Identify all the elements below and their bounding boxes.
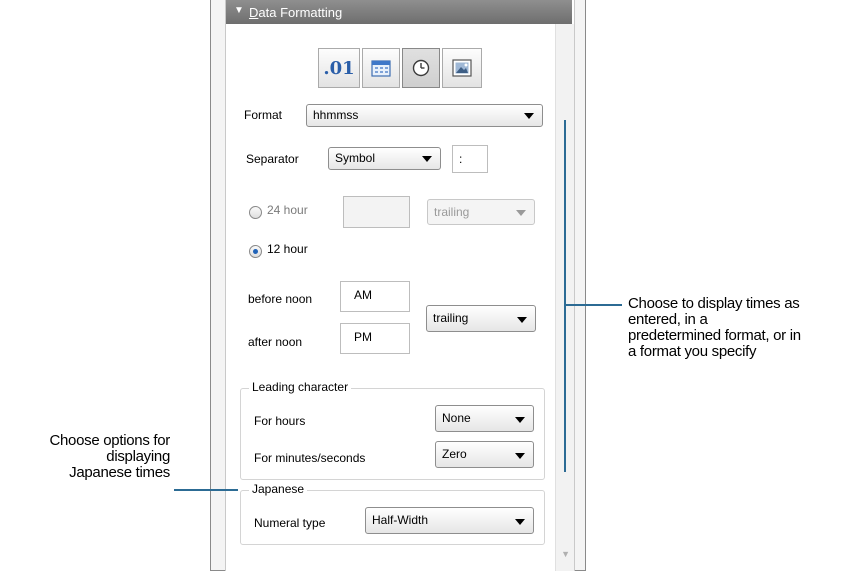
number-icon: .01 <box>323 57 355 79</box>
separator-label: Separator <box>246 152 299 166</box>
numeral-type-label: Numeral type <box>254 516 326 530</box>
format-label: Format <box>244 108 283 122</box>
scroll-down-arrow-icon[interactable]: ▼ <box>561 549 570 559</box>
data-formatting-panel: ▼ Data Formatting .01 Format hhmmss Sepa… <box>210 0 586 571</box>
12-hour-label: 12 hour <box>267 242 308 256</box>
radio-12-hour[interactable] <box>249 245 262 258</box>
ampm-position-select[interactable]: trailing <box>426 305 536 332</box>
after-noon-input[interactable]: PM <box>340 323 410 354</box>
callout-right-line-1: Choose to display times as <box>628 295 800 312</box>
japanese-title: Japanese <box>249 482 308 496</box>
for-hours-value: None <box>442 411 471 425</box>
24-hour-input[interactable] <box>343 196 410 228</box>
numeral-type-select[interactable]: Half-Width <box>365 507 534 534</box>
panel-header[interactable]: ▼ Data Formatting <box>226 0 572 24</box>
callout-leader-left <box>174 489 238 491</box>
panel-content: ▼ Data Formatting .01 Format hhmmss Sepa… <box>225 0 575 571</box>
before-noon-input[interactable]: AM <box>340 281 410 312</box>
date-format-button[interactable] <box>362 48 400 88</box>
panel-title: Data Formatting <box>249 5 343 20</box>
for-minutes-seconds-select[interactable]: Zero <box>435 441 534 468</box>
number-format-button[interactable]: .01 <box>318 48 360 88</box>
callout-left-line-3: Japanese times <box>69 464 170 481</box>
chevron-down-icon <box>515 453 525 459</box>
callout-right-line-4: a format you specify <box>628 343 757 360</box>
before-noon-label: before noon <box>248 292 313 306</box>
image-icon <box>452 59 472 77</box>
leading-character-title: Leading character <box>249 380 352 394</box>
24-hour-label: 24 hour <box>267 203 308 217</box>
chevron-down-icon <box>516 210 526 216</box>
callout-left-text: Choose options for displaying Japanese t… <box>6 433 170 481</box>
after-noon-label: after noon <box>248 335 303 349</box>
callout-bracket-right <box>564 120 566 472</box>
callout-right-line-3: predetermined format, or in <box>628 327 801 344</box>
separator-select[interactable]: Symbol <box>328 147 441 170</box>
chevron-down-icon <box>524 113 534 119</box>
callout-left-line-1: Choose options for <box>49 432 170 449</box>
ampm-position-value: trailing <box>433 311 469 325</box>
separator-select-value: Symbol <box>335 151 376 165</box>
for-hours-select[interactable]: None <box>435 405 534 432</box>
for-hours-label: For hours <box>254 414 306 428</box>
collapse-triangle-icon[interactable]: ▼ <box>234 5 244 16</box>
separator-symbol-input[interactable]: : <box>452 145 488 173</box>
24-hour-position-value: trailing <box>434 205 470 219</box>
24-hour-position-select[interactable]: trailing <box>427 199 535 225</box>
format-select[interactable]: hhmmss <box>306 104 543 127</box>
clock-icon <box>412 59 430 77</box>
chevron-down-icon <box>515 519 525 525</box>
time-format-button[interactable] <box>402 48 440 88</box>
callout-right-line-2: entered, in a <box>628 311 708 328</box>
chevron-down-icon <box>422 156 432 162</box>
numeral-type-value: Half-Width <box>372 513 429 527</box>
radio-24-hour[interactable] <box>249 206 262 219</box>
chevron-down-icon <box>517 317 527 323</box>
callout-right-text: Choose to display times as entered, in a… <box>628 296 858 360</box>
for-minutes-seconds-label: For minutes/seconds <box>254 451 366 465</box>
callout-left-line-2: displaying <box>106 448 170 465</box>
calendar-icon <box>371 60 391 77</box>
callout-leader-right <box>564 304 622 306</box>
chevron-down-icon <box>515 417 525 423</box>
for-minutes-seconds-value: Zero <box>442 447 467 461</box>
format-select-value: hhmmss <box>313 108 359 122</box>
image-format-button[interactable] <box>442 48 482 88</box>
